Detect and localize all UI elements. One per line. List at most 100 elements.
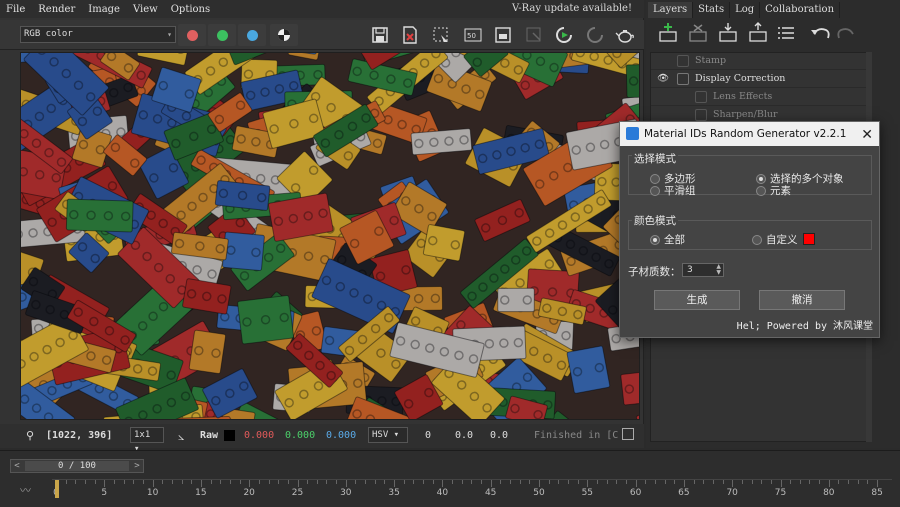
ruler-tick <box>741 480 743 484</box>
frame-icon[interactable] <box>492 25 514 45</box>
test-resolution-icon[interactable]: 50 <box>462 25 484 45</box>
radio-custom[interactable]: 自定义 <box>752 232 798 247</box>
ruler-tick <box>567 480 569 484</box>
timeline: < 0 / 100 > 〰 05101520253035404550556065… <box>0 450 900 507</box>
close-icon[interactable]: ✕ <box>861 123 873 147</box>
tab-log[interactable]: Log <box>730 2 761 18</box>
render-icon[interactable] <box>553 25 575 45</box>
radio-icon <box>756 173 766 184</box>
submaterial-count-spinner[interactable]: 3 ▲ ▼ <box>682 263 724 277</box>
ruler-tick <box>432 480 434 484</box>
menu-bar: File Render Image View Options V-Ray upd… <box>0 0 644 18</box>
radio-icon <box>752 234 762 245</box>
frame-ruler[interactable]: 0510152025303540455055606570758085 <box>52 479 892 505</box>
undo-icon[interactable] <box>811 28 830 39</box>
menu-image[interactable]: Image <box>88 4 120 15</box>
layer-tools-icons <box>659 22 854 42</box>
render-viewport[interactable] <box>20 52 640 420</box>
list-icon[interactable] <box>778 27 794 39</box>
pin-icon[interactable]: ⚲ <box>26 429 34 442</box>
ruler-tick <box>345 480 347 487</box>
ruler-tick <box>635 480 637 487</box>
pixel-swatch <box>224 430 235 441</box>
ruler-tick <box>558 480 560 484</box>
color-space-dropdown[interactable]: HSV ▾ <box>368 427 408 443</box>
history-icon[interactable] <box>622 428 634 440</box>
ruler-tick <box>848 480 850 484</box>
region-select-icon[interactable] <box>430 25 452 45</box>
layer-label: Sharpen/Blur <box>713 109 778 120</box>
ruler-tick <box>316 480 318 484</box>
ruler-tick <box>606 480 608 484</box>
tab-layers[interactable]: Layers <box>648 2 694 18</box>
layer-row[interactable]: Lens Effects <box>651 89 867 106</box>
time-slider-thumb[interactable]: 0 / 100 <box>25 461 129 471</box>
undo-button[interactable]: 撤消 <box>759 290 845 310</box>
ruler-tick <box>452 480 454 484</box>
curve-editor-icon[interactable]: 〰 <box>20 482 31 498</box>
save-icon[interactable] <box>369 25 391 45</box>
dialog-title-bar[interactable]: Material IDs Random Generator v2.2.1 ✕ <box>620 122 879 146</box>
track-mouse-icon[interactable] <box>523 25 545 45</box>
menu-render[interactable]: Render <box>38 4 75 15</box>
channel-dropdown[interactable]: RGB color ▾ <box>20 26 176 43</box>
ruler-tick <box>625 480 627 484</box>
ruler-tick <box>799 480 801 484</box>
add-layer-icon[interactable] <box>659 23 677 42</box>
radio-all[interactable]: 全部 <box>650 232 685 247</box>
menu-file[interactable]: File <box>6 4 25 15</box>
vray-update-link[interactable]: V-Ray update available! <box>512 3 632 14</box>
h-value: 0 <box>425 430 432 441</box>
ruler-tick <box>374 480 376 484</box>
playhead[interactable] <box>55 480 59 498</box>
menu-view[interactable]: View <box>133 4 158 15</box>
teapot-icon[interactable] <box>614 25 636 45</box>
menu-options[interactable]: Options <box>171 4 210 15</box>
ruler-label: 20 <box>243 488 255 498</box>
ruler-tick <box>471 480 473 484</box>
ruler-tick <box>210 480 212 484</box>
panel-tabs: Layers Stats Log Collaboration <box>648 2 841 18</box>
radio-element[interactable]: 元素 <box>756 183 791 198</box>
brick <box>341 418 427 419</box>
ruler-tick <box>258 480 260 484</box>
ruler-tick <box>770 480 772 484</box>
submaterial-count-value: 3 <box>687 265 693 275</box>
ruler-tick <box>539 480 540 487</box>
ruler-tick <box>171 480 173 484</box>
time-slider[interactable]: < 0 / 100 > <box>10 459 144 473</box>
tab-collaboration[interactable]: Collaboration <box>760 2 841 18</box>
remove-layer-icon[interactable] <box>689 24 707 42</box>
select-mode-title: 选择模式 <box>632 151 678 166</box>
save-layers-icon[interactable] <box>719 23 737 42</box>
radio-icon <box>650 173 660 184</box>
generate-button[interactable]: 生成 <box>654 290 740 310</box>
ruler-tick <box>297 480 299 487</box>
red-channel-button[interactable] <box>178 24 206 46</box>
radio-icon <box>650 185 660 196</box>
blue-channel-button[interactable] <box>238 24 266 46</box>
eye-icon[interactable]: 👁 <box>657 73 669 84</box>
chevron-left-icon[interactable]: < <box>11 460 23 472</box>
alpha-channel-button[interactable] <box>270 24 298 46</box>
spinner-arrows-icon[interactable]: ▲ ▼ <box>716 264 721 276</box>
green-dot-icon <box>216 29 228 41</box>
ruler-label: 10 <box>146 488 159 498</box>
ruler-tick <box>113 480 115 484</box>
radio-smoothing-group[interactable]: 平滑组 <box>650 183 696 198</box>
redo-icon[interactable] <box>837 28 854 39</box>
zoom-dropdown[interactable]: 1x1 ▾ <box>130 427 164 454</box>
ruler-tick <box>384 480 386 484</box>
load-layers-icon[interactable] <box>749 22 767 42</box>
ruler-tick <box>229 480 231 484</box>
tab-stats[interactable]: Stats <box>693 2 731 18</box>
custom-color-swatch[interactable] <box>803 233 815 245</box>
green-channel-button[interactable] <box>208 24 236 46</box>
clear-image-icon[interactable] <box>399 25 421 45</box>
layer-row[interactable]: 👁 Display Correction <box>651 71 867 88</box>
chevron-right-icon[interactable]: > <box>131 460 143 472</box>
vfb-window: File Render Image View Options V-Ray upd… <box>0 0 644 454</box>
radio-label: 全部 <box>664 234 685 246</box>
layer-row[interactable]: Stamp <box>651 53 867 70</box>
interactive-render-icon[interactable] <box>584 25 606 45</box>
